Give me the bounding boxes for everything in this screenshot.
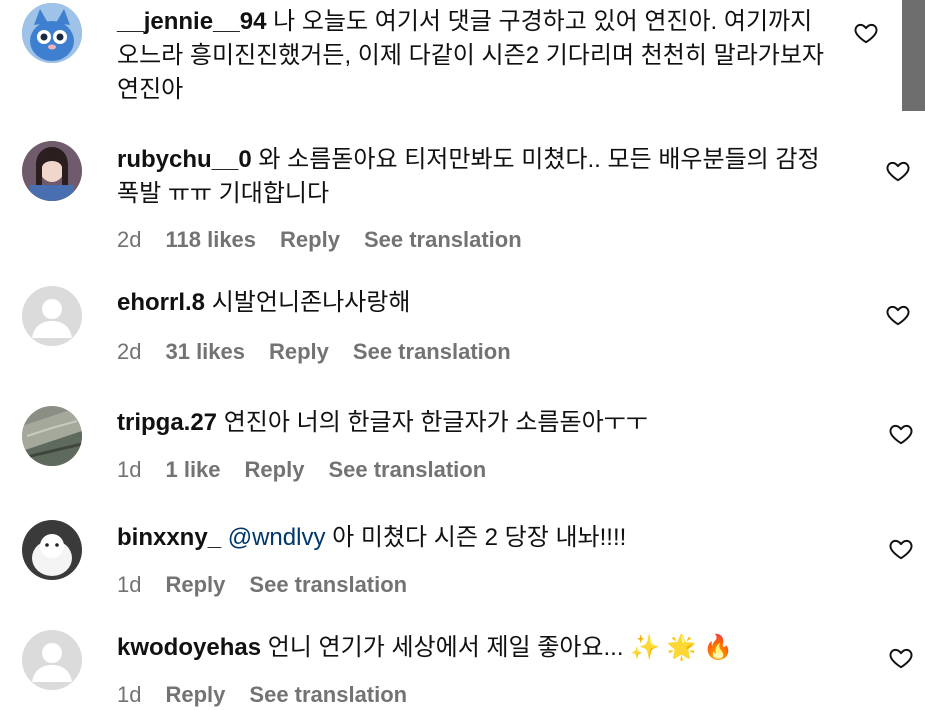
comment-body: ehorrl.8 시발언니존나사랑해 [117,286,837,320]
default-avatar-icon [22,286,82,346]
heart-outline-icon[interactable] [888,645,914,671]
comment-time: 2d [117,227,142,252]
comment-body: binxxny_ @wndlvy 아 미쳤다 시즌 2 당장 내놔!!!! [117,521,837,555]
comment-meta: 1d Reply See translation [117,682,431,708]
likes-count[interactable]: 118 likes [165,227,256,252]
comment-username[interactable]: tripga.27 [117,409,217,436]
emoji-group: ✨ 🌟 🔥 [630,634,734,661]
heart-outline-icon[interactable] [853,20,879,46]
comment-username[interactable]: __jennie__94 [117,8,266,35]
likes-count[interactable]: 31 likes [165,339,245,364]
heart-outline-icon[interactable] [888,536,914,562]
reply-button[interactable]: Reply [165,682,225,707]
heart-outline-icon[interactable] [885,158,911,184]
comment-time: 1d [117,572,142,597]
see-translation-button[interactable]: See translation [249,572,407,597]
reply-button[interactable]: Reply [245,457,305,482]
heart-outline-icon[interactable] [888,421,914,447]
comment-meta: 2d 31 likes Reply See translation [117,339,535,365]
comment-text: 연진아 너의 한글자 한글자가 소름돋아ㅜㅜ [223,409,648,436]
comment-time: 2d [117,339,142,364]
white-pet-icon [22,520,82,580]
comment-text: 시발언니존나사랑해 [211,289,411,316]
comment-body: kwodoyehas 언니 연기가 세상에서 제일 좋아요... ✨ 🌟 🔥 [117,631,837,665]
comment-meta: 2d 118 likes Reply See translation [117,227,546,253]
see-translation-button[interactable]: See translation [353,339,511,364]
heart-outline-icon[interactable] [885,302,911,328]
comment-meta: 1d 1 like Reply See translation [117,457,510,483]
reply-button[interactable]: Reply [280,227,340,252]
see-translation-button[interactable]: See translation [328,457,486,482]
landscape-photo-icon [22,406,82,466]
comment-username[interactable]: kwodoyehas [117,634,261,661]
comment-username[interactable]: binxxny_ [117,524,221,551]
comment-text: 언니 연기가 세상에서 제일 좋아요... [267,634,624,661]
mention-link[interactable]: @wndlvy [228,524,326,551]
reply-button[interactable]: Reply [165,572,225,597]
avatar[interactable] [22,630,82,690]
comment-time: 1d [117,682,142,707]
comment-body: __jennie__94 나 오늘도 여기서 댓글 구경하고 있어 연진아. 여… [117,5,837,107]
cat-avatar-icon [22,3,82,63]
comment-text: 아 미쳤다 시즌 2 당장 내놔!!!! [332,524,627,551]
comment-username[interactable]: ehorrl.8 [117,289,205,316]
comment-body: rubychu__0 와 소름돋아요 티저만봐도 미쳤다.. 모든 배우분들의 … [117,143,837,211]
see-translation-button[interactable]: See translation [364,227,522,252]
woman-photo-icon [22,141,82,201]
avatar[interactable] [22,141,82,201]
comment-username[interactable]: rubychu__0 [117,146,252,173]
likes-count[interactable]: 1 like [165,457,220,482]
comment-time: 1d [117,457,142,482]
avatar[interactable] [22,520,82,580]
scrollbar-thumb[interactable] [902,0,925,111]
default-avatar-icon [22,630,82,690]
avatar[interactable] [22,286,82,346]
comment-body: tripga.27 연진아 너의 한글자 한글자가 소름돋아ㅜㅜ [117,406,837,440]
reply-button[interactable]: Reply [269,339,329,364]
avatar[interactable] [22,406,82,466]
see-translation-button[interactable]: See translation [249,682,407,707]
comment-meta: 1d Reply See translation [117,572,431,598]
avatar[interactable] [22,3,82,63]
